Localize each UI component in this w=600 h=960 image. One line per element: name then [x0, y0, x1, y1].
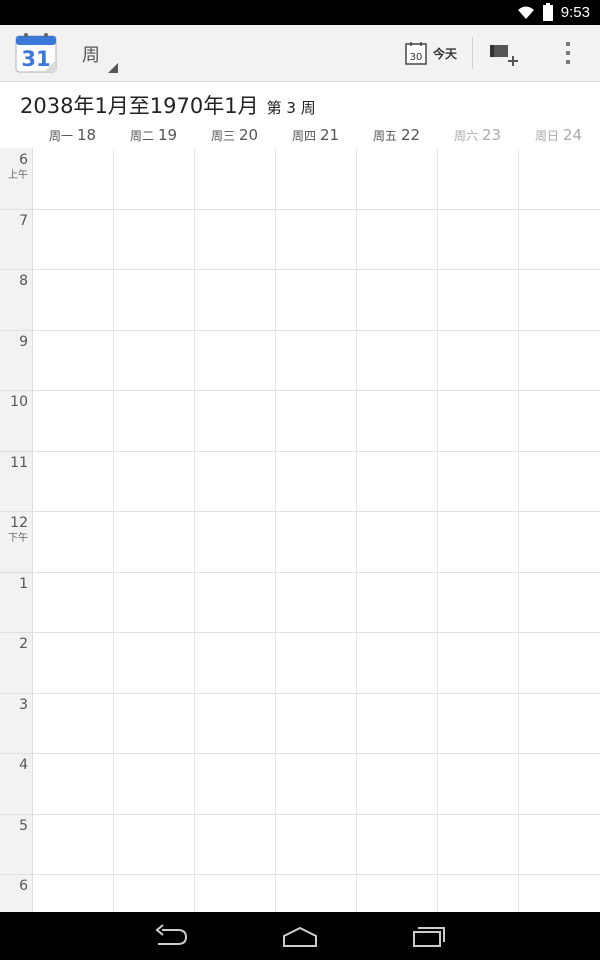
date-range-header: 2038年1月至1970年1月第 3 周	[0, 82, 600, 124]
hour-number: 2	[19, 636, 28, 652]
day-date: 21	[319, 126, 340, 144]
hour-divider	[0, 814, 600, 815]
hour-label: 11	[0, 455, 28, 471]
hour-label: 10	[0, 394, 28, 410]
day-header-thu[interactable]: 周四 21	[275, 124, 356, 148]
date-range-title: 2038年1月至1970年1月第 3 周	[20, 90, 316, 120]
weekday-label: 周日	[534, 129, 559, 143]
hour-label: 6 上午	[0, 152, 28, 181]
ampm-label: 下午	[8, 533, 28, 544]
hour-number: 6	[19, 878, 28, 894]
today-button[interactable]: 30 今天	[405, 31, 465, 75]
hour-number: 8	[19, 273, 28, 289]
hour-label: 5	[0, 818, 28, 834]
day-date: 19	[157, 126, 178, 144]
ampm-label: 上午	[8, 170, 28, 181]
dropdown-triangle-icon	[108, 63, 118, 73]
hour-divider	[0, 209, 600, 210]
view-selector-dropdown[interactable]: 周	[72, 25, 122, 81]
hour-divider	[0, 632, 600, 633]
hour-divider	[0, 693, 600, 694]
weekday-label: 周一	[48, 129, 73, 143]
day-date: 20	[238, 126, 259, 144]
weekday-label: 周四	[291, 129, 316, 143]
day-header-tue[interactable]: 周二 19	[113, 124, 194, 148]
day-header-row: 周一 18 周二 19 周三 20 周四 21 周五 22 周六 23 周日 24	[0, 124, 600, 149]
status-bar: 9:53	[0, 0, 600, 25]
status-icons: 9:53	[517, 0, 590, 25]
app-icon-day: 31	[21, 47, 50, 71]
hour-divider	[0, 874, 600, 875]
action-divider	[472, 37, 473, 69]
hour-divider	[0, 269, 600, 270]
weekday-label: 周二	[129, 129, 154, 143]
hour-number: 3	[19, 697, 28, 713]
day-column-divider	[437, 148, 438, 912]
time-gutter: 6 上午 7 8 9 10 11 12 下午 1 2 3 4 5 6	[0, 148, 33, 912]
recent-apps-icon[interactable]	[408, 922, 448, 950]
day-column-divider	[518, 148, 519, 912]
hour-number: 11	[10, 455, 28, 471]
hour-divider	[0, 511, 600, 512]
hour-divider	[0, 451, 600, 452]
day-column-divider	[275, 148, 276, 912]
day-header-sat[interactable]: 周六 23	[437, 124, 518, 148]
view-label: 周	[82, 45, 100, 66]
today-label: 今天	[433, 46, 458, 61]
hour-divider	[0, 572, 600, 573]
hour-label: 2	[0, 636, 28, 652]
hour-divider	[0, 753, 600, 754]
hour-label: 3	[0, 697, 28, 713]
week-number: 第 3 周	[266, 99, 316, 117]
hour-label: 4	[0, 757, 28, 773]
hour-divider	[0, 390, 600, 391]
weekday-label: 周六	[453, 129, 478, 143]
day-header-fri[interactable]: 周五 22	[356, 124, 437, 148]
hour-number: 10	[10, 394, 28, 410]
hour-number: 7	[19, 213, 28, 229]
day-date: 24	[562, 126, 583, 144]
weekday-label: 周三	[210, 129, 235, 143]
hour-divider	[0, 330, 600, 331]
wifi-icon	[517, 6, 534, 19]
hour-label: 8	[0, 273, 28, 289]
day-header-wed[interactable]: 周三 20	[194, 124, 275, 148]
overflow-menu-icon[interactable]	[556, 35, 580, 71]
hour-label: 7	[0, 213, 28, 229]
day-header-mon[interactable]: 周一 18	[32, 124, 113, 148]
new-event-icon[interactable]	[484, 37, 524, 71]
home-icon[interactable]	[280, 922, 320, 950]
back-icon[interactable]	[152, 922, 192, 950]
hour-label: 6	[0, 878, 28, 894]
day-date: 18	[76, 126, 97, 144]
hour-number: 1	[19, 576, 28, 592]
date-range-text: 2038年1月至1970年1月	[20, 94, 259, 118]
hour-number: 5	[19, 818, 28, 834]
day-date: 22	[400, 126, 421, 144]
hour-label: 9	[0, 334, 28, 350]
hour-number: 9	[19, 334, 28, 350]
day-header-sun[interactable]: 周日 24	[518, 124, 599, 148]
status-time: 9:53	[560, 4, 590, 21]
day-column-divider	[356, 148, 357, 912]
weekday-label: 周五	[372, 129, 397, 143]
hour-label: 1	[0, 576, 28, 592]
day-column-divider	[194, 148, 195, 912]
today-icon-day: 30	[410, 52, 423, 63]
hour-label: 12 下午	[0, 515, 28, 544]
battery-icon	[542, 2, 553, 21]
day-column-divider	[113, 148, 114, 912]
calendar-app-icon[interactable]: 31	[14, 30, 58, 74]
action-bar: 31 周 30 今天	[0, 25, 600, 82]
day-date: 23	[481, 126, 502, 144]
today-calendar-icon: 30	[405, 42, 427, 65]
week-grid[interactable]: 6 上午 7 8 9 10 11 12 下午 1 2 3 4 5 6	[0, 148, 600, 912]
navigation-bar	[0, 912, 600, 960]
hour-number: 4	[19, 757, 28, 773]
